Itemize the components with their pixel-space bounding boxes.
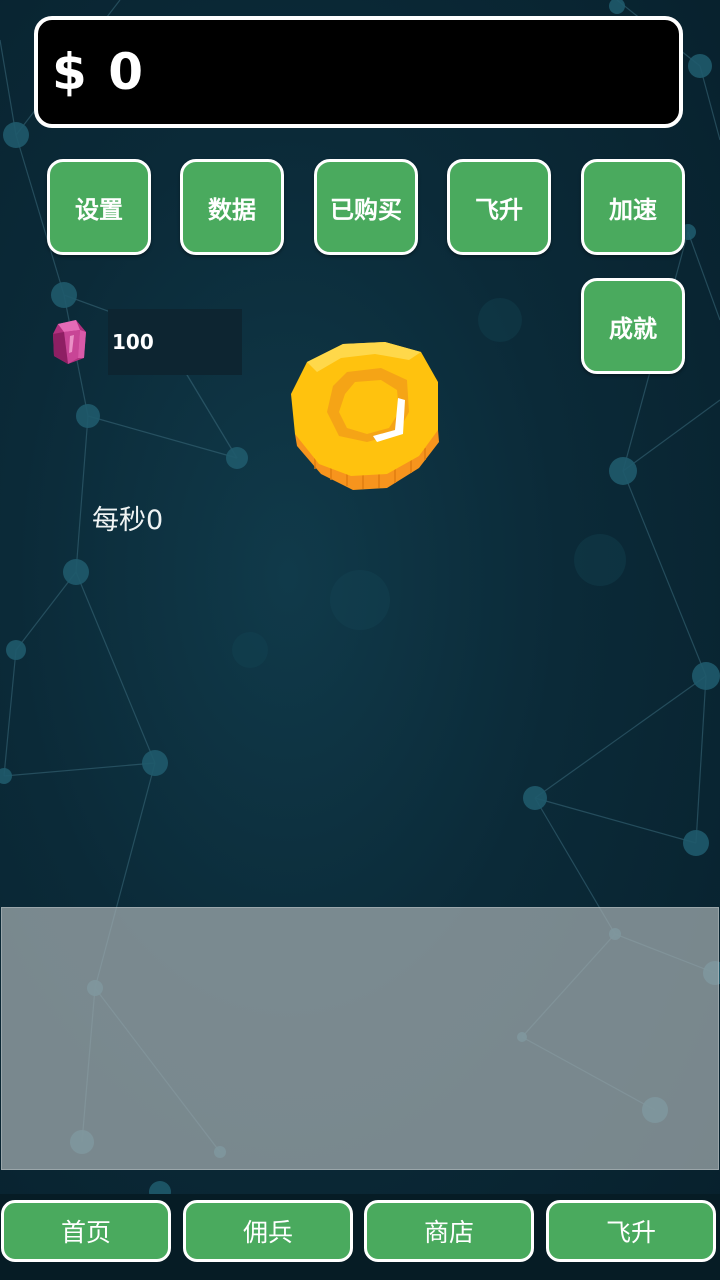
settings-button[interactable]: 设置 xyxy=(47,159,151,255)
nav-home-button[interactable]: 首页 xyxy=(1,1200,171,1262)
gem-count: 100 xyxy=(112,330,154,354)
speedup-button[interactable]: 加速 xyxy=(581,159,685,255)
gold-coin-icon[interactable] xyxy=(285,338,443,494)
stats-button[interactable]: 数据 xyxy=(180,159,284,255)
pink-gem-icon xyxy=(53,320,86,364)
money-amount: $ 0 xyxy=(52,43,145,101)
income-per-second: 每秒0 xyxy=(92,505,164,536)
gem-counter: 100 xyxy=(108,309,242,375)
nav-mercenaries-button[interactable]: 佣兵 xyxy=(183,1200,353,1262)
nav-ascend-button[interactable]: 飞升 xyxy=(546,1200,716,1262)
ascend-button[interactable]: 飞升 xyxy=(447,159,551,255)
content-panel xyxy=(1,907,719,1170)
money-display: $ 0 xyxy=(34,16,683,128)
purchased-button[interactable]: 已购买 xyxy=(314,159,418,255)
achievements-button[interactable]: 成就 xyxy=(581,278,685,374)
nav-shop-button[interactable]: 商店 xyxy=(364,1200,534,1262)
